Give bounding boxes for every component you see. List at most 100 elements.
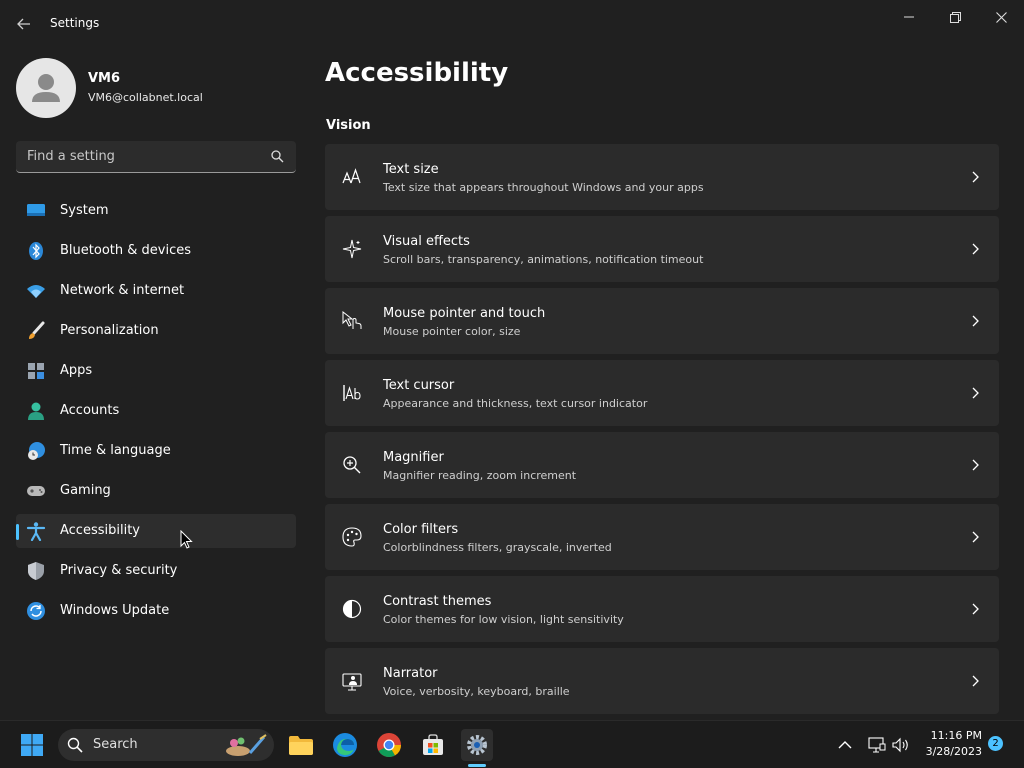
section-title: Vision: [326, 118, 371, 133]
restore-icon: [949, 11, 961, 23]
page-title: Accessibility: [325, 58, 509, 88]
setting-card-mouse-pointer[interactable]: Mouse pointer and touch Mouse pointer co…: [325, 288, 999, 354]
notification-badge[interactable]: 2: [988, 736, 1003, 751]
sidebar-item-label: Privacy & security: [60, 563, 178, 578]
start-button[interactable]: [16, 729, 48, 761]
sidebar-item-privacy[interactable]: Privacy & security: [16, 554, 296, 588]
setting-title: Mouse pointer and touch: [383, 306, 546, 321]
search-input[interactable]: Find a setting: [27, 149, 115, 164]
search-icon: [67, 737, 83, 753]
taskbar: Search 11:16 PM 3/28/2023: [0, 720, 1024, 768]
sparkle-icon: [342, 239, 362, 259]
palette-icon: [342, 527, 362, 547]
shield-icon: [28, 562, 44, 580]
sidebar-item-accounts[interactable]: Accounts: [16, 394, 296, 428]
user-name: VM6: [88, 71, 121, 86]
clock-time[interactable]: 11:16 PM: [912, 729, 982, 742]
setting-title: Magnifier: [383, 450, 444, 465]
system-icon: [27, 204, 45, 216]
chevron-right-icon: [972, 387, 979, 399]
sidebar-item-accessibility[interactable]: Accessibility: [16, 514, 296, 548]
chevron-right-icon: [972, 243, 979, 255]
contrast-icon: [342, 599, 362, 619]
setting-title: Visual effects: [383, 234, 470, 249]
apps-icon: [28, 363, 44, 379]
sidebar-item-label: Time & language: [60, 443, 171, 458]
setting-description: Colorblindness filters, grayscale, inver…: [383, 541, 612, 554]
sidebar-item-label: Windows Update: [60, 603, 170, 618]
sidebar-item-label: Bluetooth & devices: [60, 243, 191, 258]
globe-clock-icon: [28, 442, 45, 460]
setting-title: Text size: [383, 162, 439, 177]
setting-card-magnifier[interactable]: Magnifier Magnifier reading, zoom increm…: [325, 432, 999, 498]
sidebar-item-label: System: [60, 203, 109, 218]
accounts-icon: [28, 402, 44, 420]
edge-button[interactable]: [329, 729, 361, 761]
sidebar-item-apps[interactable]: Apps: [16, 354, 296, 388]
sidebar-item-gaming[interactable]: Gaming: [16, 474, 296, 508]
zoom-in-icon: [343, 456, 361, 474]
setting-card-text-cursor[interactable]: Text cursor Appearance and thickness, te…: [325, 360, 999, 426]
settings-search-box[interactable]: Find a setting: [16, 141, 296, 173]
chevron-right-icon: [972, 315, 979, 327]
store-button[interactable]: [417, 729, 449, 761]
minimize-icon: [904, 16, 914, 18]
chevron-right-icon: [972, 459, 979, 471]
sidebar-item-bluetooth[interactable]: Bluetooth & devices: [16, 234, 296, 268]
main-content: Accessibility Vision Text size Text size…: [310, 48, 1024, 720]
show-hidden-icons-button[interactable]: [829, 729, 861, 761]
brush-icon: [29, 321, 45, 339]
text-cursor-icon: [343, 385, 361, 401]
setting-description: Text size that appears throughout Window…: [383, 181, 704, 194]
network-icon: [868, 737, 886, 753]
setting-title: Narrator: [383, 666, 438, 681]
sidebar-item-personalization[interactable]: Personalization: [16, 314, 296, 348]
gear-icon: [467, 735, 487, 755]
sidebar-item-system[interactable]: System: [16, 194, 296, 228]
search-icon[interactable]: [271, 150, 284, 163]
settings-list: Text size Text size that appears through…: [325, 144, 999, 720]
sidebar-item-time-language[interactable]: Time & language: [16, 434, 296, 468]
close-button[interactable]: [978, 6, 1024, 28]
folder-icon: [289, 736, 313, 755]
controller-icon: [27, 486, 45, 496]
back-button[interactable]: [14, 14, 34, 34]
setting-description: Magnifier reading, zoom increment: [383, 469, 577, 482]
setting-description: Color themes for low vision, light sensi…: [383, 613, 624, 626]
setting-title: Text cursor: [383, 378, 455, 393]
chrome-button[interactable]: [373, 729, 405, 761]
clock-date[interactable]: 3/28/2023: [912, 745, 982, 758]
chevron-right-icon: [972, 675, 979, 687]
taskbar-search[interactable]: Search: [58, 729, 274, 761]
title-bar: Settings: [0, 0, 1024, 48]
volume-icon: [892, 737, 908, 753]
text-size-icon: [342, 168, 361, 184]
sidebar-item-label: Personalization: [60, 323, 159, 338]
sidebar-item-label: Apps: [60, 363, 93, 378]
sidebar-item-windows-update[interactable]: Windows Update: [16, 594, 296, 628]
setting-description: Mouse pointer color, size: [383, 325, 521, 338]
sidebar-item-label: Accessibility: [60, 523, 140, 538]
app-title: Settings: [50, 16, 100, 30]
sidebar-item-label: Gaming: [60, 483, 111, 498]
setting-card-visual-effects[interactable]: Visual effects Scroll bars, transparency…: [325, 216, 999, 282]
setting-card-text-size[interactable]: Text size Text size that appears through…: [325, 144, 999, 210]
chevron-right-icon: [972, 171, 979, 183]
settings-app-button[interactable]: [461, 729, 493, 761]
restore-button[interactable]: [932, 6, 978, 28]
edge-icon: [333, 733, 357, 757]
sidebar-item-network[interactable]: Network & internet: [16, 274, 296, 308]
setting-card-narrator[interactable]: Narrator Voice, verbosity, keyboard, bra…: [325, 648, 999, 714]
wifi-icon: [27, 285, 45, 298]
taskbar-search-label: Search: [93, 737, 138, 752]
setting-card-contrast-themes[interactable]: Contrast themes Color themes for low vis…: [325, 576, 999, 642]
minimize-button[interactable]: [886, 6, 932, 28]
avatar[interactable]: [16, 58, 76, 118]
file-explorer-button[interactable]: [285, 729, 317, 761]
setting-card-color-filters[interactable]: Color filters Colorblindness filters, gr…: [325, 504, 999, 570]
user-silhouette-icon: [32, 74, 60, 102]
back-arrow-icon: [17, 18, 30, 30]
chevron-right-icon: [972, 603, 979, 615]
narrator-icon: [342, 673, 362, 691]
setting-description: Voice, verbosity, keyboard, braille: [383, 685, 570, 698]
